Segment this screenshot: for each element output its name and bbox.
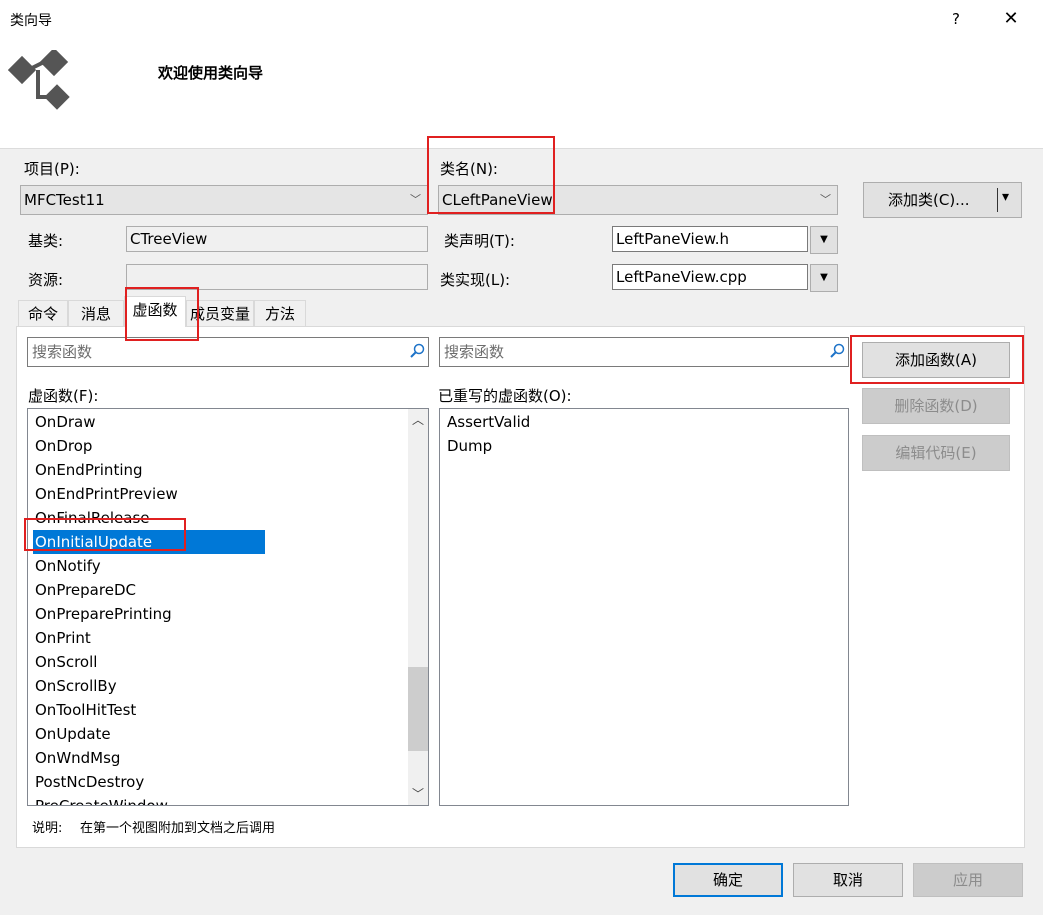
- delete-function-button[interactable]: 删除函数(D): [862, 388, 1010, 424]
- base-class-field: CTreeView: [126, 226, 428, 252]
- list-item[interactable]: OnDraw: [35, 410, 96, 434]
- project-label: 项目(P):: [24, 160, 80, 178]
- base-class-label: 基类:: [28, 232, 64, 250]
- annotation-box-virtual-tab: [125, 287, 199, 341]
- list-item[interactable]: OnEndPrintPreview: [35, 482, 178, 506]
- scroll-down-icon[interactable]: ﹀: [412, 785, 424, 802]
- apply-button[interactable]: 应用: [913, 863, 1023, 897]
- virtual-functions-label: 虚函数(F):: [28, 387, 99, 405]
- close-button[interactable]: ✕: [996, 6, 1026, 32]
- list-item[interactable]: OnScrollBy: [35, 674, 117, 698]
- edit-code-button[interactable]: 编辑代码(E): [862, 435, 1010, 471]
- welcome-heading: 欢迎使用类向导: [158, 64, 264, 82]
- project-value: MFCTest11: [24, 191, 105, 209]
- cancel-button[interactable]: 取消: [793, 863, 903, 897]
- list-item[interactable]: PreCreateWindow: [35, 794, 168, 805]
- list-item[interactable]: OnWndMsg: [35, 746, 120, 770]
- class-impl-label: 类实现(L):: [440, 271, 511, 289]
- scrollbar[interactable]: ︿ ﹀: [408, 409, 428, 805]
- wizard-header: [0, 40, 1043, 148]
- chevron-down-icon: ﹀: [410, 193, 421, 206]
- add-class-dropdown-icon[interactable]: ▾: [1002, 189, 1009, 205]
- add-class-button[interactable]: 添加类(C)...: [863, 182, 1022, 218]
- scroll-up-icon[interactable]: ︿: [412, 411, 424, 428]
- search-icon[interactable]: [829, 343, 845, 359]
- tab-commands[interactable]: 命令: [18, 300, 68, 326]
- list-item[interactable]: OnDrop: [35, 434, 92, 458]
- list-item[interactable]: OnNotify: [35, 554, 101, 578]
- class-decl-label: 类声明(T):: [444, 232, 515, 250]
- virtual-functions-list[interactable]: OnDraw OnDrop OnEndPrinting OnEndPrintPr…: [27, 408, 429, 806]
- description-text: 在第一个视图附加到文档之后调用: [80, 821, 276, 836]
- list-item[interactable]: OnToolHitTest: [35, 698, 136, 722]
- class-wizard-logo-icon: [8, 50, 70, 110]
- list-item[interactable]: OnEndPrinting: [35, 458, 143, 482]
- chevron-down-icon: ﹀: [820, 193, 831, 206]
- annotation-box-classname: [427, 136, 555, 214]
- list-item[interactable]: OnScroll: [35, 650, 97, 674]
- annotation-box-oninitialupdate: [24, 518, 186, 551]
- resource-label: 资源:: [28, 271, 64, 289]
- search-icon[interactable]: [409, 343, 425, 359]
- title-bar: [0, 0, 1043, 40]
- tab-methods[interactable]: 方法: [254, 300, 306, 326]
- search-input-virtual[interactable]: 搜索函数: [27, 337, 429, 367]
- list-item[interactable]: Dump: [447, 434, 492, 458]
- search-input-overridden[interactable]: 搜索函数: [439, 337, 849, 367]
- description-label: 说明:: [32, 821, 63, 836]
- overridden-functions-label: 已重写的虚函数(O):: [438, 387, 572, 405]
- project-combo[interactable]: MFCTest11 ﹀: [20, 185, 428, 215]
- list-item[interactable]: OnPrint: [35, 626, 91, 650]
- search-placeholder: 搜索函数: [444, 343, 505, 361]
- scrollbar-thumb[interactable]: [408, 667, 428, 751]
- list-item[interactable]: OnUpdate: [35, 722, 111, 746]
- class-impl-field[interactable]: LeftPaneView.cpp: [612, 264, 808, 290]
- tab-messages[interactable]: 消息: [68, 300, 124, 326]
- annotation-box-add-function: [850, 335, 1024, 384]
- overridden-functions-list[interactable]: AssertValid Dump: [439, 408, 849, 806]
- add-class-label: 添加类(C)...: [888, 191, 970, 209]
- class-decl-dropdown-icon[interactable]: ▼: [810, 226, 838, 254]
- class-decl-field[interactable]: LeftPaneView.h: [612, 226, 808, 252]
- window-title: 类向导: [10, 13, 52, 29]
- help-button[interactable]: ?: [944, 6, 968, 32]
- list-item[interactable]: PostNcDestroy: [35, 770, 144, 794]
- list-item[interactable]: OnPrepareDC: [35, 578, 136, 602]
- split-divider: [997, 188, 998, 212]
- list-item[interactable]: AssertValid: [447, 410, 530, 434]
- list-item[interactable]: OnPreparePrinting: [35, 602, 172, 626]
- search-placeholder: 搜索函数: [32, 343, 93, 361]
- ok-button[interactable]: 确定: [673, 863, 783, 897]
- class-impl-dropdown-icon[interactable]: ▼: [810, 264, 838, 292]
